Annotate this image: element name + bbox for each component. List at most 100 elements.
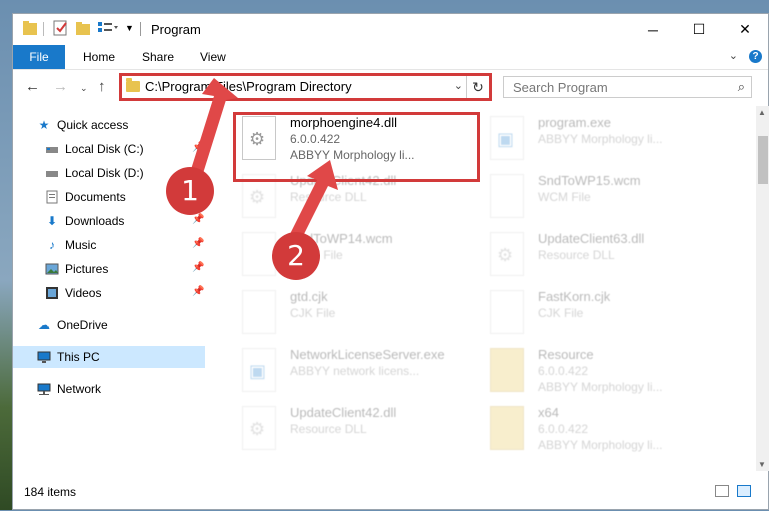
file-item[interactable]: gtd.cjk CJK File [228,284,468,342]
sidebar-item-pictures[interactable]: Pictures 📌 [13,258,205,280]
sidebar-item-label: Local Disk (D:) [65,166,144,180]
file-item[interactable]: ▣ program.exe ABBYY Morphology li... [476,110,716,168]
file-type: Resource DLL [290,422,367,436]
qa-separator [43,22,44,36]
help-icon[interactable]: ? [749,50,762,63]
file-item[interactable]: ⚙ UpdateClient63.dll Resource DLL [476,226,716,284]
file-type: WCM File [538,190,591,204]
properties-icon[interactable] [53,20,69,38]
sidebar-item-quick-access[interactable]: ★ Quick access [13,114,205,136]
up-arrow-icon[interactable]: ↑ [98,78,106,95]
file-description: ABBYY Morphology li... [538,380,663,394]
navigation-pane: ★ Quick access Local Disk (C:) 📌 Local D… [13,106,205,471]
file-version: 6.0.0.422 [538,364,589,378]
scroll-up-icon[interactable]: ▲ [758,108,766,117]
pin-icon[interactable]: 📌 [192,262,204,273]
minimize-button[interactable]: ─ [630,14,676,45]
sidebar-item-label: Downloads [65,214,125,228]
sidebar-item-network[interactable]: Network [13,378,205,400]
exe-file-icon: ▣ [242,348,276,392]
cloud-icon: ☁ [38,318,50,332]
sidebar-item-label: Videos [65,286,102,300]
tab-share[interactable]: Share [142,50,174,64]
sidebar-item-local-disk-c[interactable]: Local Disk (C:) 📌 [13,138,205,160]
file-item[interactable]: FastKorn.cjk CJK File [476,284,716,342]
dll-file-icon: ⚙ [490,232,524,276]
file-type: Resource DLL [290,190,367,204]
file-item[interactable]: ▣ NetworkLicenseServer.exe ABBYY network… [228,342,468,400]
callout-badge-1: 1 [166,167,214,215]
sidebar-item-label: This PC [57,350,100,364]
file-description: ABBYY Morphology li... [538,438,663,452]
file-name: UpdateClient63.dll [538,231,645,246]
folder-item[interactable]: Resource 6.0.0.422 ABBYY Morphology li..… [476,342,716,400]
sidebar-item-this-pc[interactable]: This PC [13,346,205,368]
pin-icon[interactable]: 📌 [192,214,204,225]
forward-arrow-icon[interactable]: → [53,78,68,95]
close-button[interactable]: ✕ [722,14,768,45]
customize-qa-icon[interactable] [97,20,118,38]
folder-icon [490,348,524,392]
file-name: x64 [538,405,559,420]
music-icon: ♪ [49,238,55,252]
file-description: ABBYY Morphology li... [538,132,663,146]
back-arrow-icon[interactable]: ← [25,78,40,95]
address-dropdown-icon[interactable]: ⌄ [454,79,463,92]
folder-icon [490,406,524,450]
network-icon [37,382,51,396]
generic-file-icon [490,290,524,334]
generic-file-icon [242,232,276,276]
folder-item[interactable]: x64 6.0.0.422 ABBYY Morphology li... [476,400,716,458]
title-bar: ▼ Program ─ ☐ ✕ [13,14,768,45]
refresh-icon[interactable]: ↻ [466,76,489,98]
file-description: ABBYY network licens... [290,364,420,378]
sidebar-item-label: Documents [65,190,126,204]
folder-icon [23,20,37,38]
file-item[interactable]: SndToWP14.wcm WCM File [228,226,468,284]
file-item[interactable]: SndToWP15.wcm WCM File [476,168,716,226]
maximize-button[interactable]: ☐ [676,14,722,45]
pin-icon[interactable]: 📌 [192,238,204,249]
sidebar-item-label: Local Disk (C:) [65,142,144,156]
ribbon-expand-icon[interactable]: ⌄ [729,49,738,62]
large-icons-view-icon[interactable] [737,485,751,497]
file-name: FastKorn.cjk [538,289,611,304]
tab-file[interactable]: File [13,45,65,69]
star-icon: ★ [38,118,50,132]
sidebar-item-downloads[interactable]: ⬇ Downloads 📌 [13,210,205,232]
exe-file-icon: ▣ [490,116,524,160]
address-bar[interactable]: C:\Program Files\Program Directory ⌄ ↻ [119,73,492,101]
videos-icon [45,286,59,300]
vertical-scrollbar[interactable]: ▲ ▼ [756,106,769,471]
tab-view[interactable]: View [200,50,226,64]
pin-icon[interactable]: 📌 [192,286,204,297]
download-icon: ⬇ [46,214,58,228]
details-view-icon[interactable] [715,485,729,497]
file-highlight-box [233,112,480,182]
sidebar-item-label: OneDrive [57,318,108,332]
file-name: program.exe [538,115,611,130]
navigation-bar: ← → ⌄ ↑ C:\Program Files\Program Directo… [13,70,768,104]
file-version: 6.0.0.422 [538,422,589,436]
recent-locations-icon[interactable]: ⌄ [80,83,88,94]
qa-dropdown-icon[interactable]: ▼ [125,23,135,41]
generic-file-icon [242,290,276,334]
sidebar-item-label: Pictures [65,262,109,276]
documents-icon [45,190,59,204]
search-input[interactable]: Search Program ⌕ [503,76,752,98]
new-folder-icon[interactable] [75,20,91,38]
item-count: 184 items [24,485,77,499]
file-item[interactable]: ⚙ UpdateClient42.dll Resource DLL [228,400,468,458]
search-icon[interactable]: ⌕ [738,79,745,95]
sidebar-item-music[interactable]: ♪ Music 📌 [13,234,205,256]
sidebar-item-onedrive[interactable]: ☁ OneDrive [13,314,205,336]
pin-icon[interactable]: 📌 [192,142,204,153]
scrollbar-thumb[interactable] [758,136,768,184]
tab-home[interactable]: Home [83,50,115,64]
sidebar-item-videos[interactable]: Videos 📌 [13,282,205,304]
file-name: gtd.cjk [290,289,328,304]
scroll-down-icon[interactable]: ▼ [758,460,766,469]
file-name: NetworkLicenseServer.exe [290,347,445,362]
file-name: SndToWP15.wcm [538,173,641,188]
status-bar: 184 items [13,481,768,511]
